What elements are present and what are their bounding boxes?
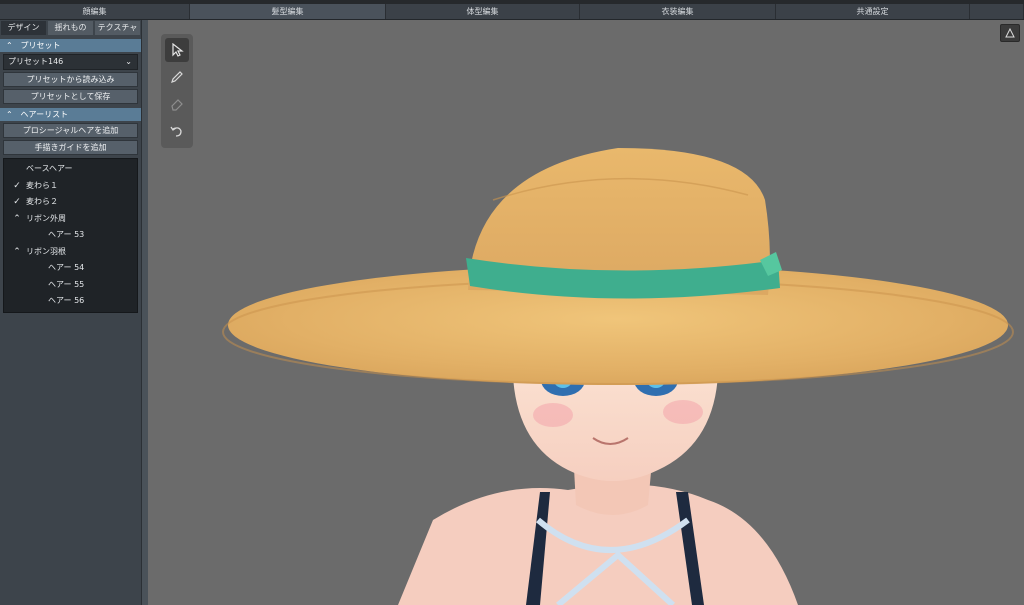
hair-list-item[interactable]: ヘアー 54 <box>4 260 137 277</box>
subtab-design[interactable]: デザイン <box>1 21 46 35</box>
pen-tool-button[interactable] <box>165 65 189 89</box>
main-tabs: 顔編集 髪型編集 体型編集 衣装編集 共通設定 <box>0 4 1024 20</box>
tab-face-edit[interactable]: 顔編集 <box>0 4 190 19</box>
save-preset-button[interactable]: プリセットとして保存 <box>3 89 138 104</box>
tab-costume-edit[interactable]: 衣装編集 <box>580 4 776 19</box>
sub-tabs: デザイン 揺れもの テクスチャ <box>0 21 141 35</box>
select-tool-button[interactable] <box>165 38 189 62</box>
pen-icon <box>171 71 183 83</box>
hair-item-label: 麦わら２ <box>26 197 58 206</box>
hair-item-label: ベースヘアー <box>26 164 73 173</box>
camera-icon <box>1005 28 1015 38</box>
preset-header-label: プリセット <box>20 41 61 50</box>
hair-list-header-label: ヘアーリスト <box>20 110 69 119</box>
tab-hair-edit[interactable]: 髪型編集 <box>190 4 386 19</box>
chevron-down-icon[interactable]: ✓ <box>8 178 26 195</box>
hair-list-section-header[interactable]: ⌃ ヘアーリスト <box>0 108 141 121</box>
tab-common-settings[interactable]: 共通設定 <box>776 4 970 19</box>
hair-list-item[interactable]: ✓ 麦わら２ <box>4 194 137 211</box>
hair-list-item[interactable]: ベースヘアー <box>4 161 137 178</box>
chevron-up-icon: ⌃ <box>6 41 13 50</box>
chevron-down-icon: ⌄ <box>125 57 132 66</box>
subtab-sway[interactable]: 揺れもの <box>48 21 93 35</box>
chevron-up-icon[interactable]: ⌃ <box>8 211 26 228</box>
select-cursor-icon <box>172 43 184 57</box>
undo-tool-button[interactable] <box>165 119 189 143</box>
chevron-down-icon[interactable]: ✓ <box>8 194 26 211</box>
tool-palette <box>161 34 193 148</box>
character-render <box>222 148 1014 605</box>
left-panel: デザイン 揺れもの テクスチャ ⌃ プリセット プリセット146 ⌄ プリセット… <box>0 20 142 605</box>
viewport-options-button[interactable] <box>1000 24 1020 42</box>
subtab-texture[interactable]: テクスチャ <box>95 21 140 35</box>
hair-item-label: リボン外周 <box>26 213 66 223</box>
chevron-up-icon[interactable]: ⌃ <box>8 244 26 261</box>
hair-item-label: 麦わら１ <box>26 180 58 190</box>
hair-item-label: ヘアー 53 <box>48 230 85 239</box>
hair-item-label: リボン羽根 <box>26 246 66 256</box>
hair-list-item[interactable]: ヘアー 53 <box>4 227 137 244</box>
hair-list-item[interactable]: ヘアー 55 <box>4 277 137 294</box>
hair-list-item[interactable]: ✓ 麦わら１ <box>4 178 137 195</box>
eraser-tool-button[interactable] <box>165 92 189 116</box>
hair-list-item[interactable]: ヘアー 56 <box>4 293 137 310</box>
hair-item-label: ヘアー 55 <box>48 279 85 289</box>
preset-selected-value: プリセット146 <box>8 57 64 66</box>
3d-viewport[interactable] <box>148 20 1024 605</box>
undo-icon <box>170 126 182 137</box>
tab-body-edit[interactable]: 体型編集 <box>386 4 580 19</box>
eraser-icon <box>171 99 183 111</box>
hair-item-label: ヘアー 56 <box>48 296 85 305</box>
add-procedural-hair-button[interactable]: プロシージャルヘアを追加 <box>3 123 138 138</box>
hair-item-label: ヘアー 54 <box>48 263 85 272</box>
add-hand-drawn-guide-button[interactable]: 手描きガイドを追加 <box>3 140 138 155</box>
preset-select[interactable]: プリセット146 ⌄ <box>3 54 138 70</box>
chevron-up-icon: ⌃ <box>6 110 13 119</box>
tab-overflow[interactable] <box>970 4 1024 19</box>
hair-list: ベースヘアー ✓ 麦わら１ ✓ 麦わら２ ⌃ リボン外周 ヘアー 53 ⌃ リボン羽根 … <box>3 158 138 313</box>
hair-list-item[interactable]: ⌃ リボン外周 <box>4 211 137 228</box>
load-preset-button[interactable]: プリセットから読み込み <box>3 72 138 87</box>
preset-section-header[interactable]: ⌃ プリセット <box>0 39 141 52</box>
hair-list-item[interactable]: ⌃ リボン羽根 <box>4 244 137 261</box>
